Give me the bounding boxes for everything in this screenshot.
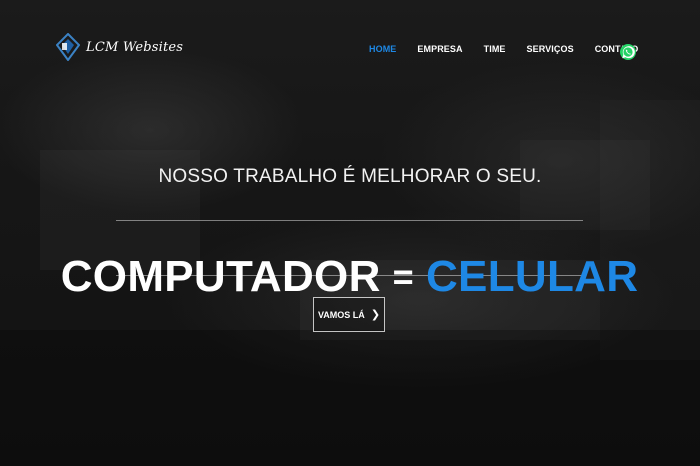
headline-equals-sign: = — [392, 256, 414, 298]
lcm-diamond-logo-icon — [56, 33, 80, 61]
headline-right-text: CELULAR — [425, 252, 639, 302]
headline-left-text: COMPUTADOR — [60, 252, 381, 302]
main-navigation: HOME EMPRESA TIME SERVIÇOS CONTATO — [369, 44, 659, 54]
nav-item-servicos[interactable]: SERVIÇOS — [527, 44, 574, 54]
hero-tagline: NOSSO TRABALHO É MELHORAR O SEU. — [158, 165, 542, 187]
brand-name: LCM Websites — [86, 39, 184, 55]
top-navbar: LCM Websites HOME EMPRESA TIME SERVIÇOS … — [0, 0, 700, 90]
nav-item-home[interactable]: HOME — [369, 44, 396, 54]
hero-headline-frame: COMPUTADOR = CELULAR — [61, 220, 638, 301]
background-floor-shade — [0, 330, 700, 466]
cta-button[interactable]: VAMOS LÁ ❯ — [313, 297, 385, 332]
whatsapp-icon[interactable] — [619, 43, 637, 61]
nav-item-empresa[interactable]: EMPRESA — [417, 44, 462, 54]
background-blur-shape — [600, 100, 700, 360]
chevron-right-icon: ❯ — [370, 309, 381, 321]
nav-item-time[interactable]: TIME — [484, 44, 506, 54]
cta-button-label: VAMOS LÁ — [317, 309, 365, 320]
brand-logo-link[interactable]: LCM Websites — [56, 33, 183, 61]
